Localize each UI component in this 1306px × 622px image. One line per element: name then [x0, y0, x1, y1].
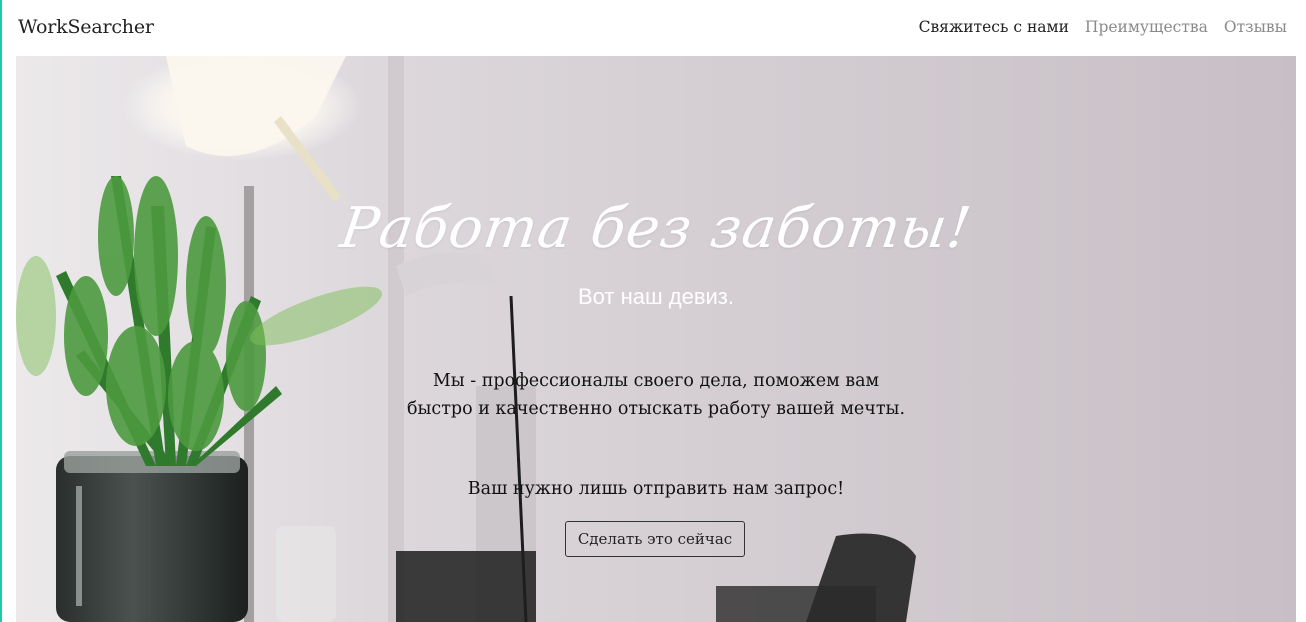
brand-logo[interactable]: WorkSearcher: [18, 16, 154, 38]
nav-link-contact[interactable]: Свяжитесь с нами: [919, 18, 1069, 36]
nav-link-advantages[interactable]: Преимущества: [1085, 18, 1208, 36]
hero-cta-text: Ваш нужно лишь отправить нам запрос!: [467, 479, 845, 499]
hero-title: Работа без заботы!: [336, 196, 976, 261]
navbar: WorkSearcher Свяжитесь с нами Преимущест…: [2, 0, 1306, 56]
request-now-button[interactable]: Сделать это сейчас: [565, 521, 745, 557]
nav-links: Свяжитесь с нами Преимущества Отзывы: [919, 18, 1287, 36]
hero-motto: Вот наш девиз.: [577, 284, 734, 309]
nav-link-reviews[interactable]: Отзывы: [1224, 18, 1287, 36]
hero-section: Работа без заботы! Вот наш девиз. Мы - п…: [16, 56, 1296, 622]
hero-description: Мы - профессионалы своего дела, поможем …: [406, 371, 906, 419]
page-left-edge: [0, 0, 2, 622]
hero-content: Работа без заботы! Вот наш девиз. Мы - п…: [16, 56, 1296, 622]
